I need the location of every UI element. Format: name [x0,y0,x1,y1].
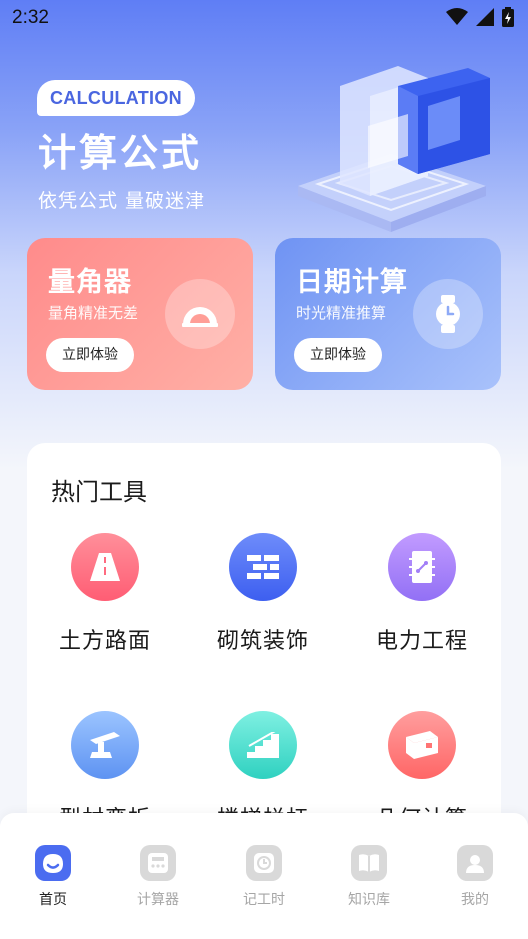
battery-icon [502,7,514,27]
home-icon [35,845,71,881]
watch-icon [413,279,483,349]
clock-icon [246,845,282,881]
card-desc: 时光精准推算 [296,304,387,322]
steel-bend-icon [67,707,143,783]
book-icon [351,845,387,881]
tab-label: 我的 [461,892,489,908]
date-calc-card[interactable]: 日期计算 时光精准推算 立即体验 [275,238,501,390]
road-icon [67,529,143,605]
tab-knowledge-base[interactable]: 知识库 [329,845,409,909]
section-title: 热门工具 [51,478,147,506]
tool-label: 砌筑装饰 [216,629,309,654]
tool-earthwork-road[interactable]: 土方路面 [30,529,180,655]
tab-profile[interactable]: 我的 [435,845,515,909]
circuit-board-icon [384,529,460,605]
protractor-icon [165,279,235,349]
protractor-card[interactable]: 量角器 量角精准无差 立即体验 [27,238,253,390]
tab-label: 知识库 [348,892,390,908]
geometry-box-icon [384,707,460,783]
wifi-icon [446,8,468,25]
tab-label: 首页 [39,892,67,908]
cube-illustration [298,66,490,232]
tab-label: 记工时 [243,892,285,908]
tool-label: 土方路面 [58,629,151,654]
hero-subtitle: 依凭公式 量破迷津 [38,190,206,212]
bottom-tab-bar: 首页 计算器 记工时 知识库 我的 [0,813,528,939]
page-title: 计算公式 [38,130,203,175]
card-title: 日期计算 [296,267,408,298]
stair-railing-icon [225,707,301,783]
profile-icon [457,845,493,881]
brick-wall-icon [225,529,301,605]
calculator-icon [140,845,176,881]
tab-work-hours[interactable]: 记工时 [224,845,304,909]
tab-calculator[interactable]: 计算器 [118,845,198,909]
card-desc: 量角精准无差 [48,304,139,322]
tool-masonry-decoration[interactable]: 砌筑装饰 [188,529,338,655]
tool-electrical[interactable]: 电力工程 [347,529,497,655]
hot-tools-panel: 热门工具 土方路面 砌筑装饰 电力工程 型材弯折 楼梯栏杆 几何计算 [27,443,501,863]
status-time: 2:32 [12,7,49,28]
calculation-badge: CALCULATION [37,80,195,116]
signal-icon [476,8,494,26]
tab-home[interactable]: 首页 [13,845,93,909]
tool-label: 电力工程 [375,629,468,654]
try-now-button[interactable]: 立即体验 [46,338,134,372]
status-bar: 2:32 [0,0,528,36]
try-now-button[interactable]: 立即体验 [294,338,382,372]
card-title: 量角器 [48,267,132,298]
tab-label: 计算器 [137,892,179,908]
